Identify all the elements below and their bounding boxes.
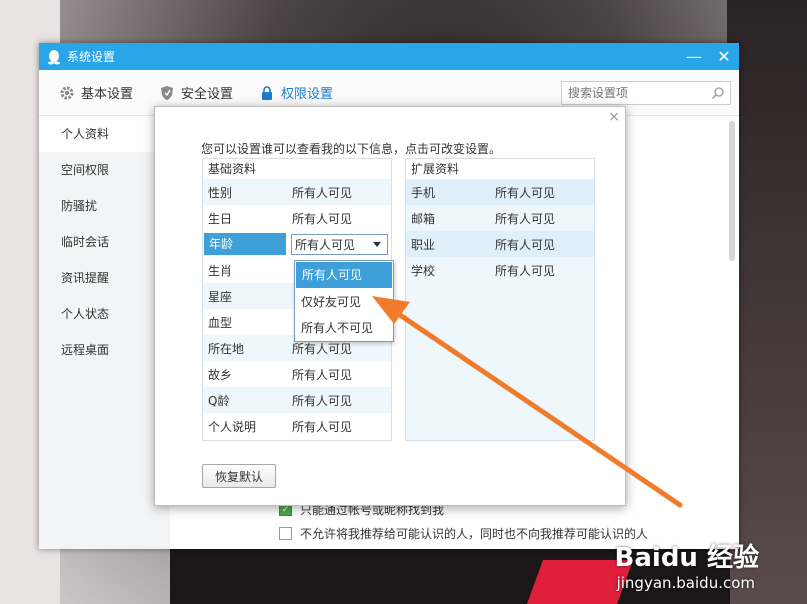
watermark-url: jingyan.baidu.com	[616, 574, 755, 592]
watermark-logo: Baidu 经验	[614, 543, 759, 573]
annotation-arrow-icon	[372, 296, 683, 508]
